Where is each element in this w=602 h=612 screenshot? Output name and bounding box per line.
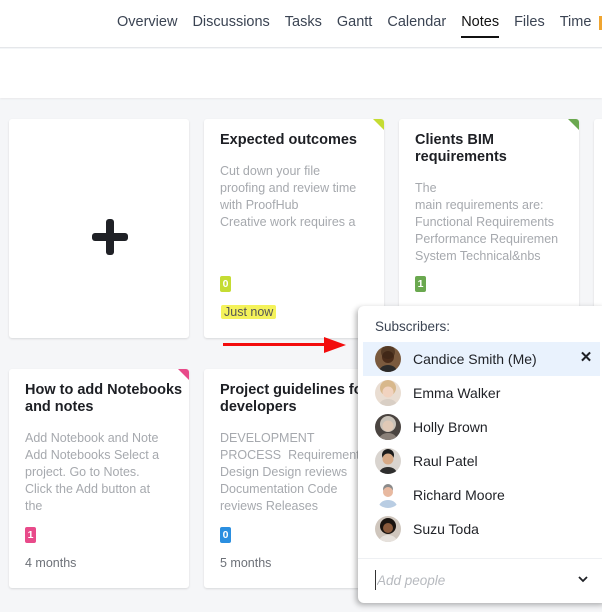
avatar (375, 448, 401, 474)
subscribers-list: Candice Smith (Me) ✕ Emma Walker Holly B… (363, 342, 600, 546)
subscriber-name: Raul Patel (413, 453, 478, 469)
tab-calendar[interactable]: Calendar (387, 0, 446, 48)
note-title[interactable]: Clients BIM requirements (415, 132, 555, 166)
add-people-input[interactable] (375, 570, 555, 590)
note-title-line: Project guidelines for (220, 382, 369, 398)
tab-notes[interactable]: Notes (461, 0, 499, 48)
annotation-arrow (223, 337, 346, 353)
arrow-shaft (223, 343, 325, 346)
note-timestamp: 4 months (25, 556, 77, 570)
top-navigation: Overview Discussions Tasks Gantt Calenda… (0, 0, 602, 48)
subscriber-name: Suzu Toda (413, 521, 479, 537)
note-card[interactable]: Project guidelines for developers DEVELO… (204, 369, 384, 588)
note-timestamp: 5 months (220, 556, 272, 570)
subscriber-name: Emma Walker (413, 385, 501, 401)
subscriber-row[interactable]: Raul Patel (363, 444, 600, 478)
comment-count-badge: 1 (25, 527, 36, 543)
tab-gantt[interactable]: Gantt (337, 0, 372, 48)
avatar (375, 482, 401, 508)
avatar (375, 346, 401, 372)
tab-tasks[interactable]: Tasks (285, 0, 322, 48)
note-color-tag (373, 119, 384, 130)
project-tabs: Overview Discussions Tasks Gantt Calenda… (117, 0, 602, 48)
comment-count-badge: 0 (220, 527, 231, 543)
note-preview: Cut down your file proofing and review t… (220, 164, 357, 229)
tab-files[interactable]: Files (514, 0, 545, 48)
note-title[interactable]: Expected outcomes (220, 132, 376, 149)
note-preview: DEVELOPMENT PROCESS Requirements Design … (220, 431, 366, 513)
avatar (375, 380, 401, 406)
subscriber-row[interactable]: Candice Smith (Me) ✕ (363, 342, 600, 376)
note-title-line: developers (220, 399, 297, 415)
note-title[interactable]: How to add Notebooks and notes (25, 382, 185, 416)
subscriber-name: Candice Smith (Me) (413, 351, 537, 367)
add-note-card[interactable] (9, 119, 189, 338)
tab-discussions[interactable]: Discussions (192, 0, 269, 48)
comment-count-badge: 1 (415, 276, 426, 292)
subscribers-popup: Subscribers: Candice Smith (Me) ✕ Emma W… (358, 306, 602, 603)
notes-toolbar (0, 49, 602, 98)
subscriber-row[interactable]: Suzu Toda (363, 512, 600, 546)
note-card[interactable]: Expected outcomes Cut down your file pro… (204, 119, 384, 338)
note-card[interactable]: How to add Notebooks and notes Add Noteb… (9, 369, 189, 588)
subscriber-name: Holly Brown (413, 419, 488, 435)
subscriber-row[interactable]: Emma Walker (363, 376, 600, 410)
popup-divider (358, 558, 602, 559)
note-color-tag (568, 119, 579, 130)
plus-icon (92, 219, 128, 255)
remove-subscriber-icon[interactable]: ✕ (578, 350, 594, 366)
comment-count-badge: 0 (220, 276, 231, 292)
note-preview: The main requirements are: Functional Re… (415, 181, 559, 263)
note-preview: Add Notebook and Note Add Notebooks Sele… (25, 431, 160, 513)
tab-overview[interactable]: Overview (117, 0, 177, 48)
chevron-down-icon[interactable] (577, 573, 589, 585)
note-timestamp: Just now (221, 305, 277, 319)
avatar (375, 516, 401, 542)
subscriber-row[interactable]: Richard Moore (363, 478, 600, 512)
arrow-head (324, 337, 346, 353)
note-color-tag (178, 369, 189, 380)
subscriber-name: Richard Moore (413, 487, 505, 503)
tab-time[interactable]: Time (560, 0, 592, 48)
subscribers-title: Subscribers: (375, 319, 451, 334)
avatar (375, 414, 401, 440)
subscriber-row[interactable]: Holly Brown (363, 410, 600, 444)
